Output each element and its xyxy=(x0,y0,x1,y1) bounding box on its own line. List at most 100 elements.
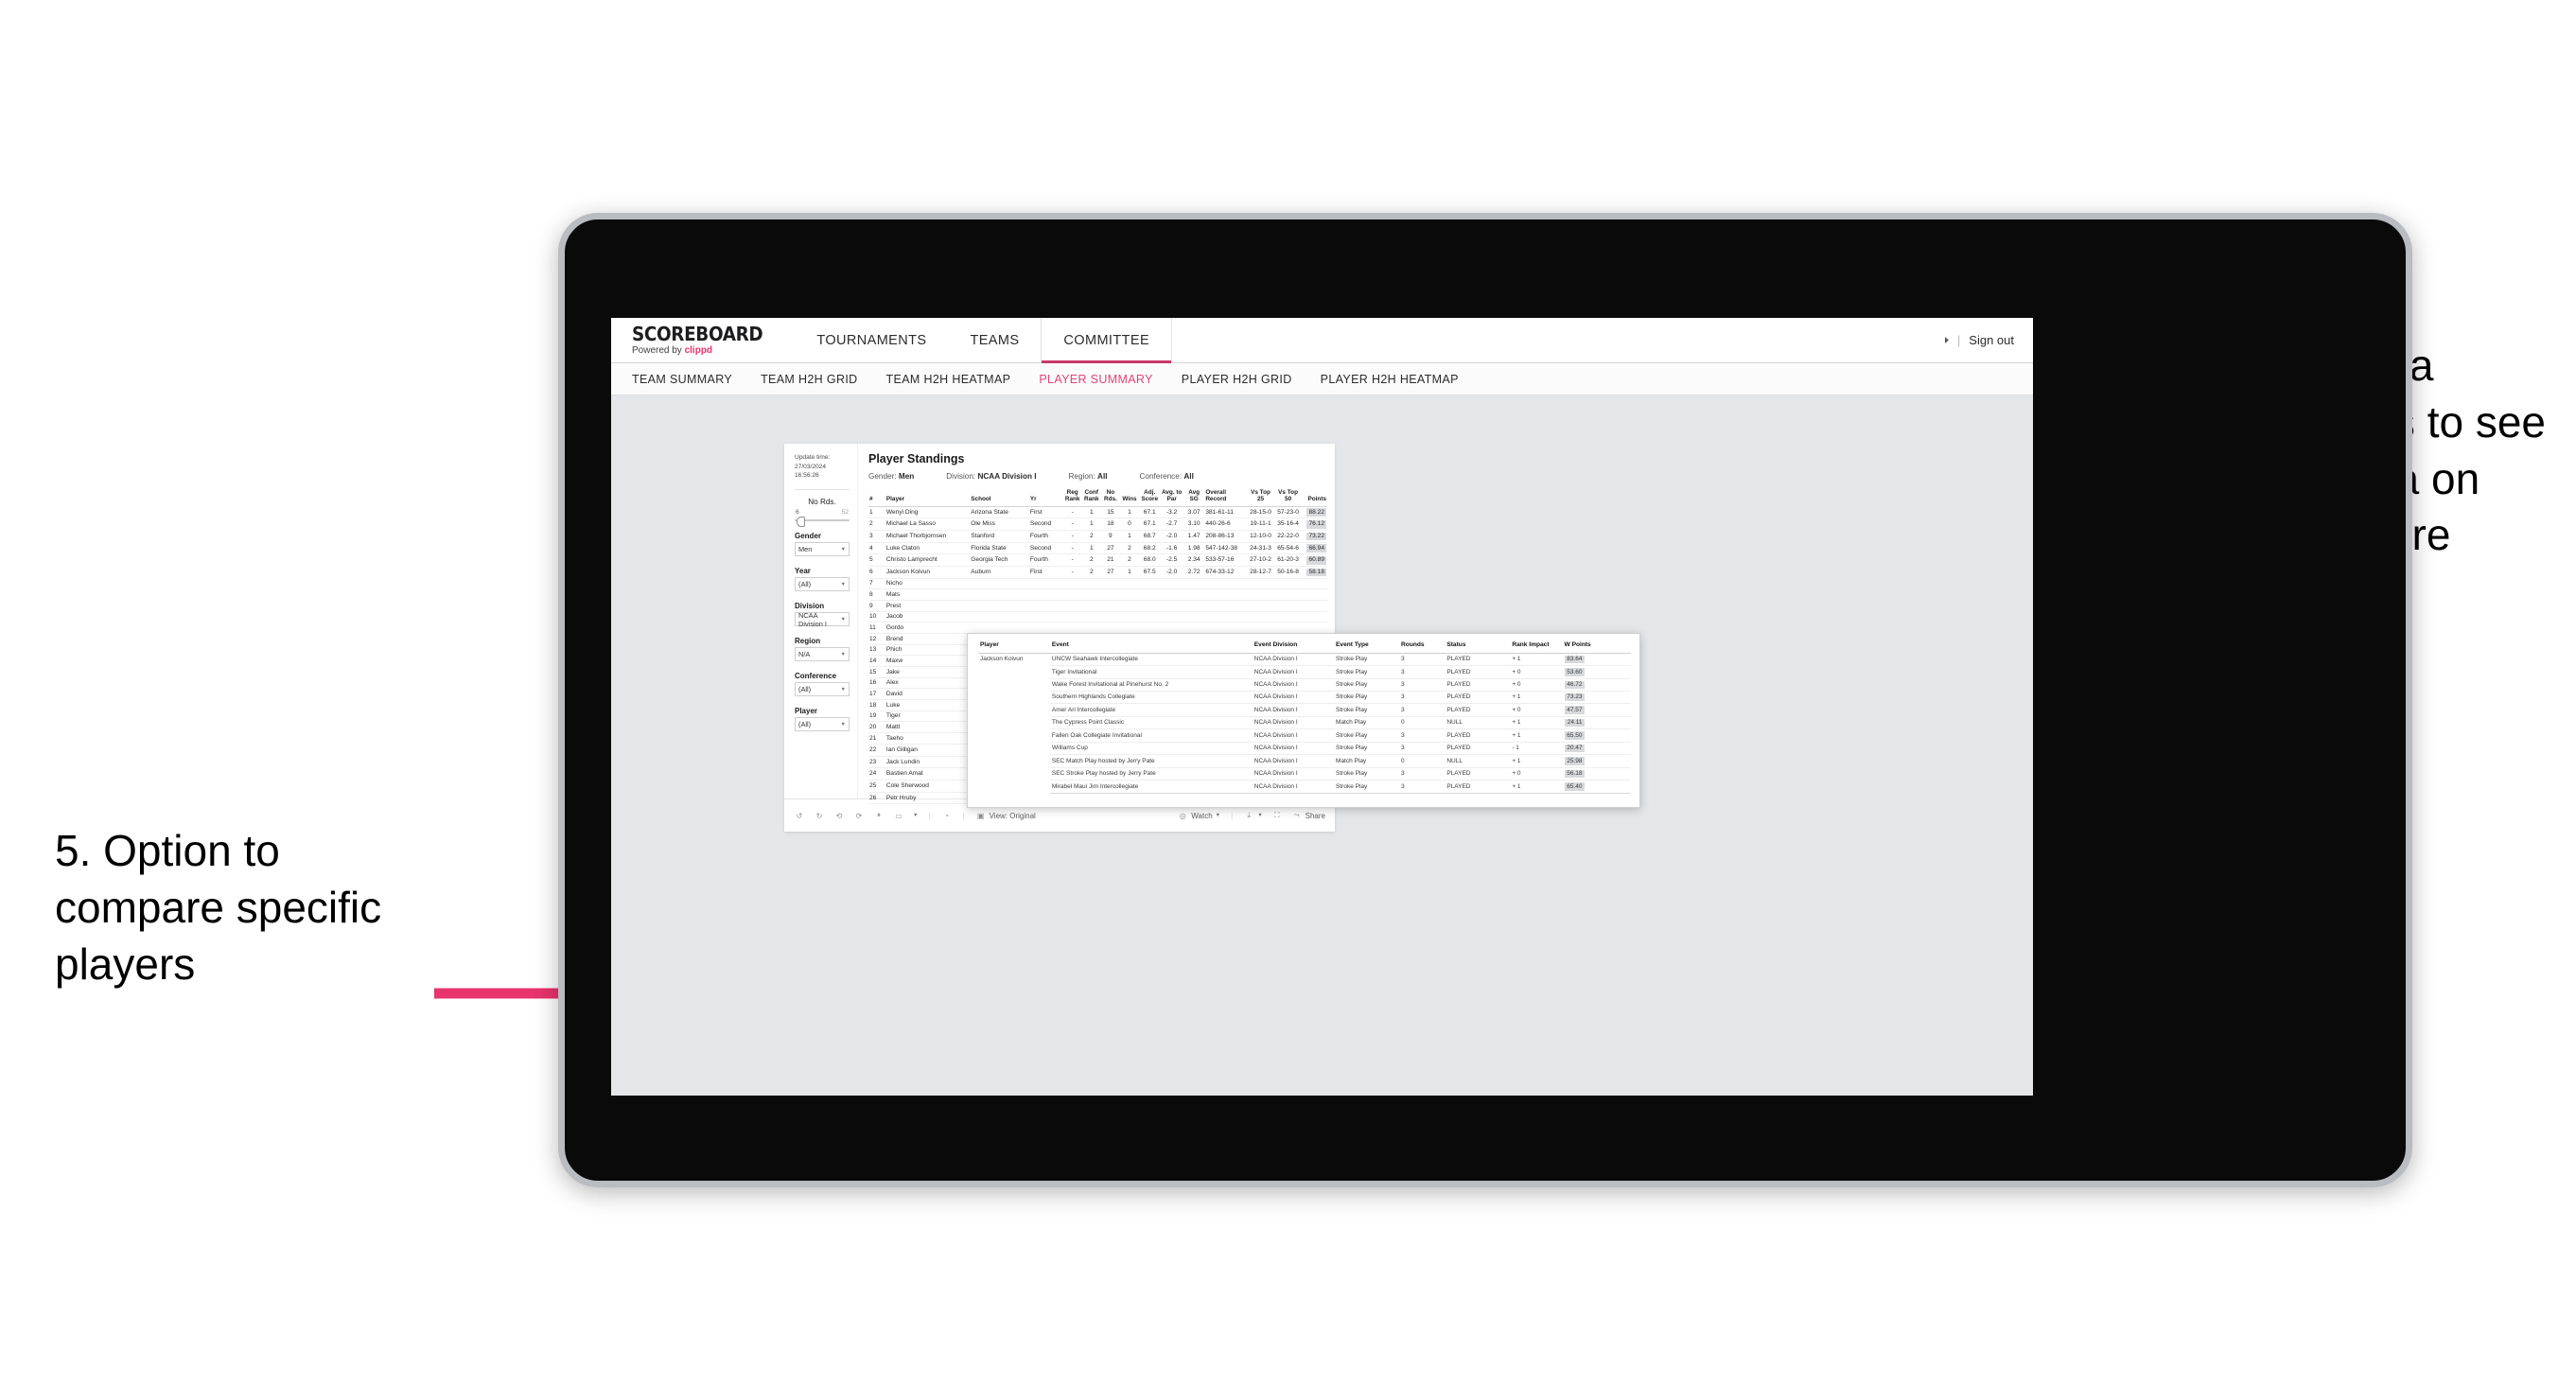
cell-points[interactable] xyxy=(1302,600,1327,612)
table-row[interactable]: 10 Jacob xyxy=(868,611,1327,623)
cell-wins: 1 xyxy=(1119,506,1140,519)
cell-player: David xyxy=(885,688,971,701)
col-avg-to-par[interactable]: Avg. to Par xyxy=(1160,488,1183,507)
cell-par: -2.7 xyxy=(1160,518,1183,532)
filter-division-select[interactable]: NCAA Division I ▼ xyxy=(795,611,850,628)
col-vs-top-25[interactable]: Vs Top 25 xyxy=(1247,488,1275,507)
slider-track[interactable] xyxy=(795,516,850,527)
refresh-icon[interactable]: ⟳ xyxy=(853,810,865,821)
tablet-side-button-1[interactable] xyxy=(558,437,565,479)
cell-points[interactable] xyxy=(1302,611,1327,623)
cell-yr xyxy=(1028,588,1063,602)
col-rank[interactable]: # xyxy=(868,488,885,507)
table-row[interactable]: 8 Mats xyxy=(868,588,1327,602)
cell-adj: 68.2 xyxy=(1139,542,1161,555)
col-conf-rank[interactable]: Conf Rank xyxy=(1081,488,1101,507)
col-adj-score[interactable]: Adj. Score xyxy=(1139,488,1161,507)
undo-icon[interactable]: ↺ xyxy=(794,810,805,821)
subtab-player-h2h-grid[interactable]: PLAYER H2H GRID xyxy=(1182,373,1312,386)
cell-par xyxy=(1160,622,1183,635)
nav-tab-tournaments[interactable]: TOURNAMENTS xyxy=(795,318,948,362)
filter-conference-select[interactable]: (All) ▼ xyxy=(795,682,850,697)
view-original-icon[interactable]: ▭ xyxy=(893,810,904,821)
table-row[interactable]: 7 Nicho xyxy=(868,578,1327,590)
chevron-down-icon[interactable]: ▼ xyxy=(913,813,918,818)
cell-points[interactable]: 60.89 xyxy=(1302,553,1327,568)
col-overall-record[interactable]: Overall Record xyxy=(1204,488,1247,507)
points-badge: 58.18 xyxy=(1306,568,1326,577)
filter-player-label: Player xyxy=(795,707,818,716)
tt-cell-event: Southern Highlands Collegiate xyxy=(1049,691,1253,705)
cell-n: 5 xyxy=(868,553,885,568)
table-row[interactable]: 11 Gordo xyxy=(868,622,1327,635)
col-year[interactable]: Yr xyxy=(1028,488,1063,507)
col-avg-sg[interactable]: Avg SG xyxy=(1183,488,1205,507)
tablet-top-button-3[interactable] xyxy=(1066,213,1117,219)
subtab-player-summary[interactable]: PLAYER SUMMARY xyxy=(1039,373,1172,386)
redo-icon[interactable]: ↻ xyxy=(814,810,825,821)
subtab-team-summary[interactable]: TEAM SUMMARY xyxy=(632,373,752,386)
cell-conf: 1 xyxy=(1081,518,1101,532)
subtab-team-h2h-heatmap[interactable]: TEAM H2H HEATMAP xyxy=(886,373,1031,386)
nav-tab-teams[interactable]: TEAMS xyxy=(948,318,1041,362)
cell-points[interactable]: 73.22 xyxy=(1302,530,1327,543)
no-rounds-slider[interactable]: No Rds. 6 52 xyxy=(795,498,850,527)
cell-wins xyxy=(1119,588,1140,602)
col-reg-rank[interactable]: Reg Rank xyxy=(1062,488,1082,507)
tablet-top-button-1[interactable] xyxy=(877,213,928,219)
user-caret-icon[interactable] xyxy=(1944,337,1949,343)
subtab-team-h2h-grid[interactable]: TEAM H2H GRID xyxy=(761,373,877,386)
cell-par: -2.5 xyxy=(1160,553,1183,568)
cell-reg: - xyxy=(1062,542,1082,555)
tablet-top-button-2[interactable] xyxy=(972,213,1023,219)
table-row[interactable]: 1 Wenyi Ding Arizona State First -1 15 1 67.1 -3… xyxy=(868,506,1327,519)
cell-player: Jacob xyxy=(885,611,971,623)
cell-points[interactable]: 58.18 xyxy=(1302,566,1327,579)
fullscreen-icon[interactable]: ⛶ xyxy=(1271,810,1283,821)
cell-sg: 2.34 xyxy=(1183,553,1205,568)
col-no-rounds[interactable]: No Rds. xyxy=(1100,488,1120,507)
view-original-button[interactable]: ▣ View: Original xyxy=(975,810,1036,821)
cell-points[interactable] xyxy=(1302,622,1327,635)
standings-header-row: # Player School Yr Reg Rank Conf Rank No… xyxy=(868,488,1327,507)
tooltip-row: Tiger Invitational NCAA Division I Stroke … xyxy=(978,665,1631,679)
table-row[interactable]: 2 Michael La Sasso Ole Miss Second -1 18 0 67.1… xyxy=(868,518,1327,532)
table-row[interactable]: 5 Christo Lamprecht Georgia Tech Fourth -2 21… xyxy=(868,553,1327,568)
watch-button[interactable]: ◎ Watch ▼ xyxy=(1177,810,1220,821)
subtab-player-h2h-heatmap[interactable]: PLAYER H2H HEATMAP xyxy=(1321,373,1479,386)
cell-points[interactable]: 88.22 xyxy=(1302,506,1327,519)
tablet-side-button-3[interactable] xyxy=(558,588,565,630)
cell-wins: 1 xyxy=(1119,530,1140,543)
device-preview-icon[interactable]: ◔ xyxy=(941,810,953,821)
col-wins[interactable]: Wins xyxy=(1119,488,1140,507)
filter-year-select[interactable]: (All) ▼ xyxy=(795,577,850,592)
col-points[interactable]: Points xyxy=(1302,488,1327,507)
filter-region-select[interactable]: N/A ▼ xyxy=(795,647,850,662)
tt-cell-type: Stroke Play xyxy=(1334,728,1400,743)
download-button[interactable]: ⤓ ▼ xyxy=(1243,810,1262,821)
app-logo[interactable]: SCOREBOARD Powered by clippd xyxy=(611,318,795,362)
table-row[interactable]: 4 Luke Claton Florida State Second -1 27 2 68.2… xyxy=(868,542,1327,555)
share-button[interactable]: ⤳ Share xyxy=(1291,810,1325,821)
revert-icon[interactable]: ⟲ xyxy=(833,810,845,821)
pause-updates-icon[interactable]: ⏸ xyxy=(873,810,885,821)
tablet-side-button-2[interactable] xyxy=(558,513,565,554)
table-row[interactable]: 6 Jackson Koivun Auburn First -2 27 1 67.5 -2.0 2… xyxy=(868,566,1327,579)
col-school[interactable]: School xyxy=(970,488,1029,507)
toolbar-separator-3: | xyxy=(1231,811,1234,820)
cell-points[interactable] xyxy=(1302,578,1327,590)
filter-player-select[interactable]: (All) ▼ xyxy=(795,717,850,732)
table-row[interactable]: 3 Michael Thorbjornsen Stanford Fourth -2 9 1 6… xyxy=(868,530,1327,543)
tt-points-badge: 20.47 xyxy=(1564,744,1585,753)
slider-handle[interactable] xyxy=(797,516,805,527)
table-row[interactable]: 9 Prest xyxy=(868,600,1327,612)
sign-out-link[interactable]: Sign out xyxy=(1969,333,2014,347)
col-vs-top-50[interactable]: Vs Top 50 xyxy=(1274,488,1303,507)
cell-points[interactable] xyxy=(1302,588,1327,602)
nav-tab-committee[interactable]: COMMITTEE xyxy=(1041,318,1173,363)
cell-t50 xyxy=(1274,578,1303,590)
col-player[interactable]: Player xyxy=(885,488,971,507)
cell-points[interactable]: 66.94 xyxy=(1302,542,1327,555)
cell-points[interactable]: 76.12 xyxy=(1302,518,1327,532)
filter-gender-select[interactable]: Men ▼ xyxy=(795,542,850,557)
